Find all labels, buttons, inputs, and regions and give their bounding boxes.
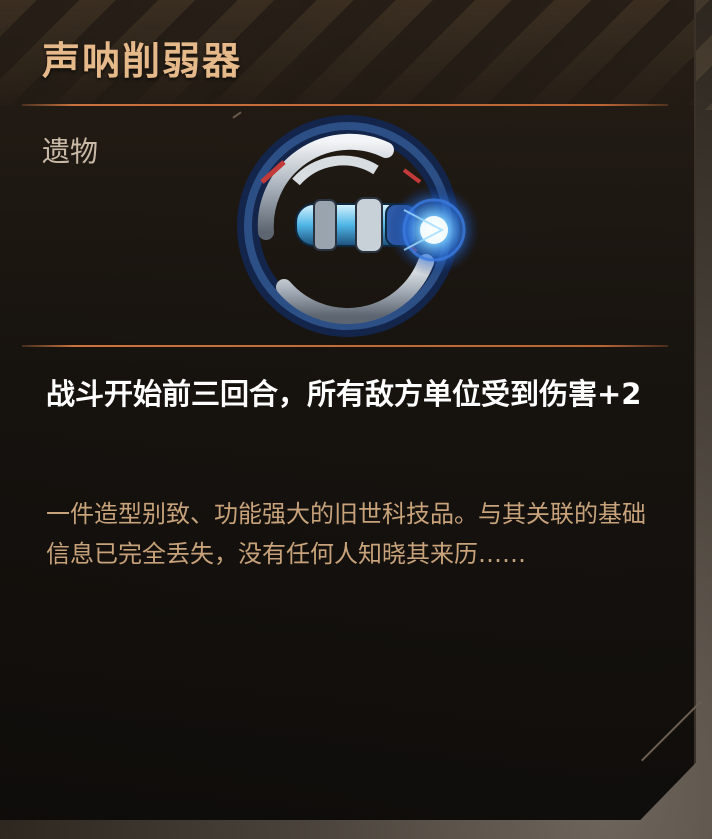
item-flavor-text: 一件造型别致、功能强大的旧世科技品。与其关联的基础信息已完全丢失，没有任何人知晓… — [46, 500, 646, 568]
content-divider — [22, 345, 668, 347]
item-title: 声呐削弱器 — [42, 39, 243, 83]
header-divider — [22, 104, 668, 106]
item-category: 遗物 — [42, 135, 99, 168]
sonar-device-icon — [236, 112, 482, 340]
item-effect-text: 战斗开始前三回合，所有敌方单位受到伤害+2 — [46, 377, 642, 411]
sonar-device-illustration — [237, 115, 480, 337]
item-detail-screen: 声呐削弱器 遗物 战斗开始前三回合，所有敌方单位受到伤害+2 一件造型别致、功能… — [0, 0, 712, 839]
